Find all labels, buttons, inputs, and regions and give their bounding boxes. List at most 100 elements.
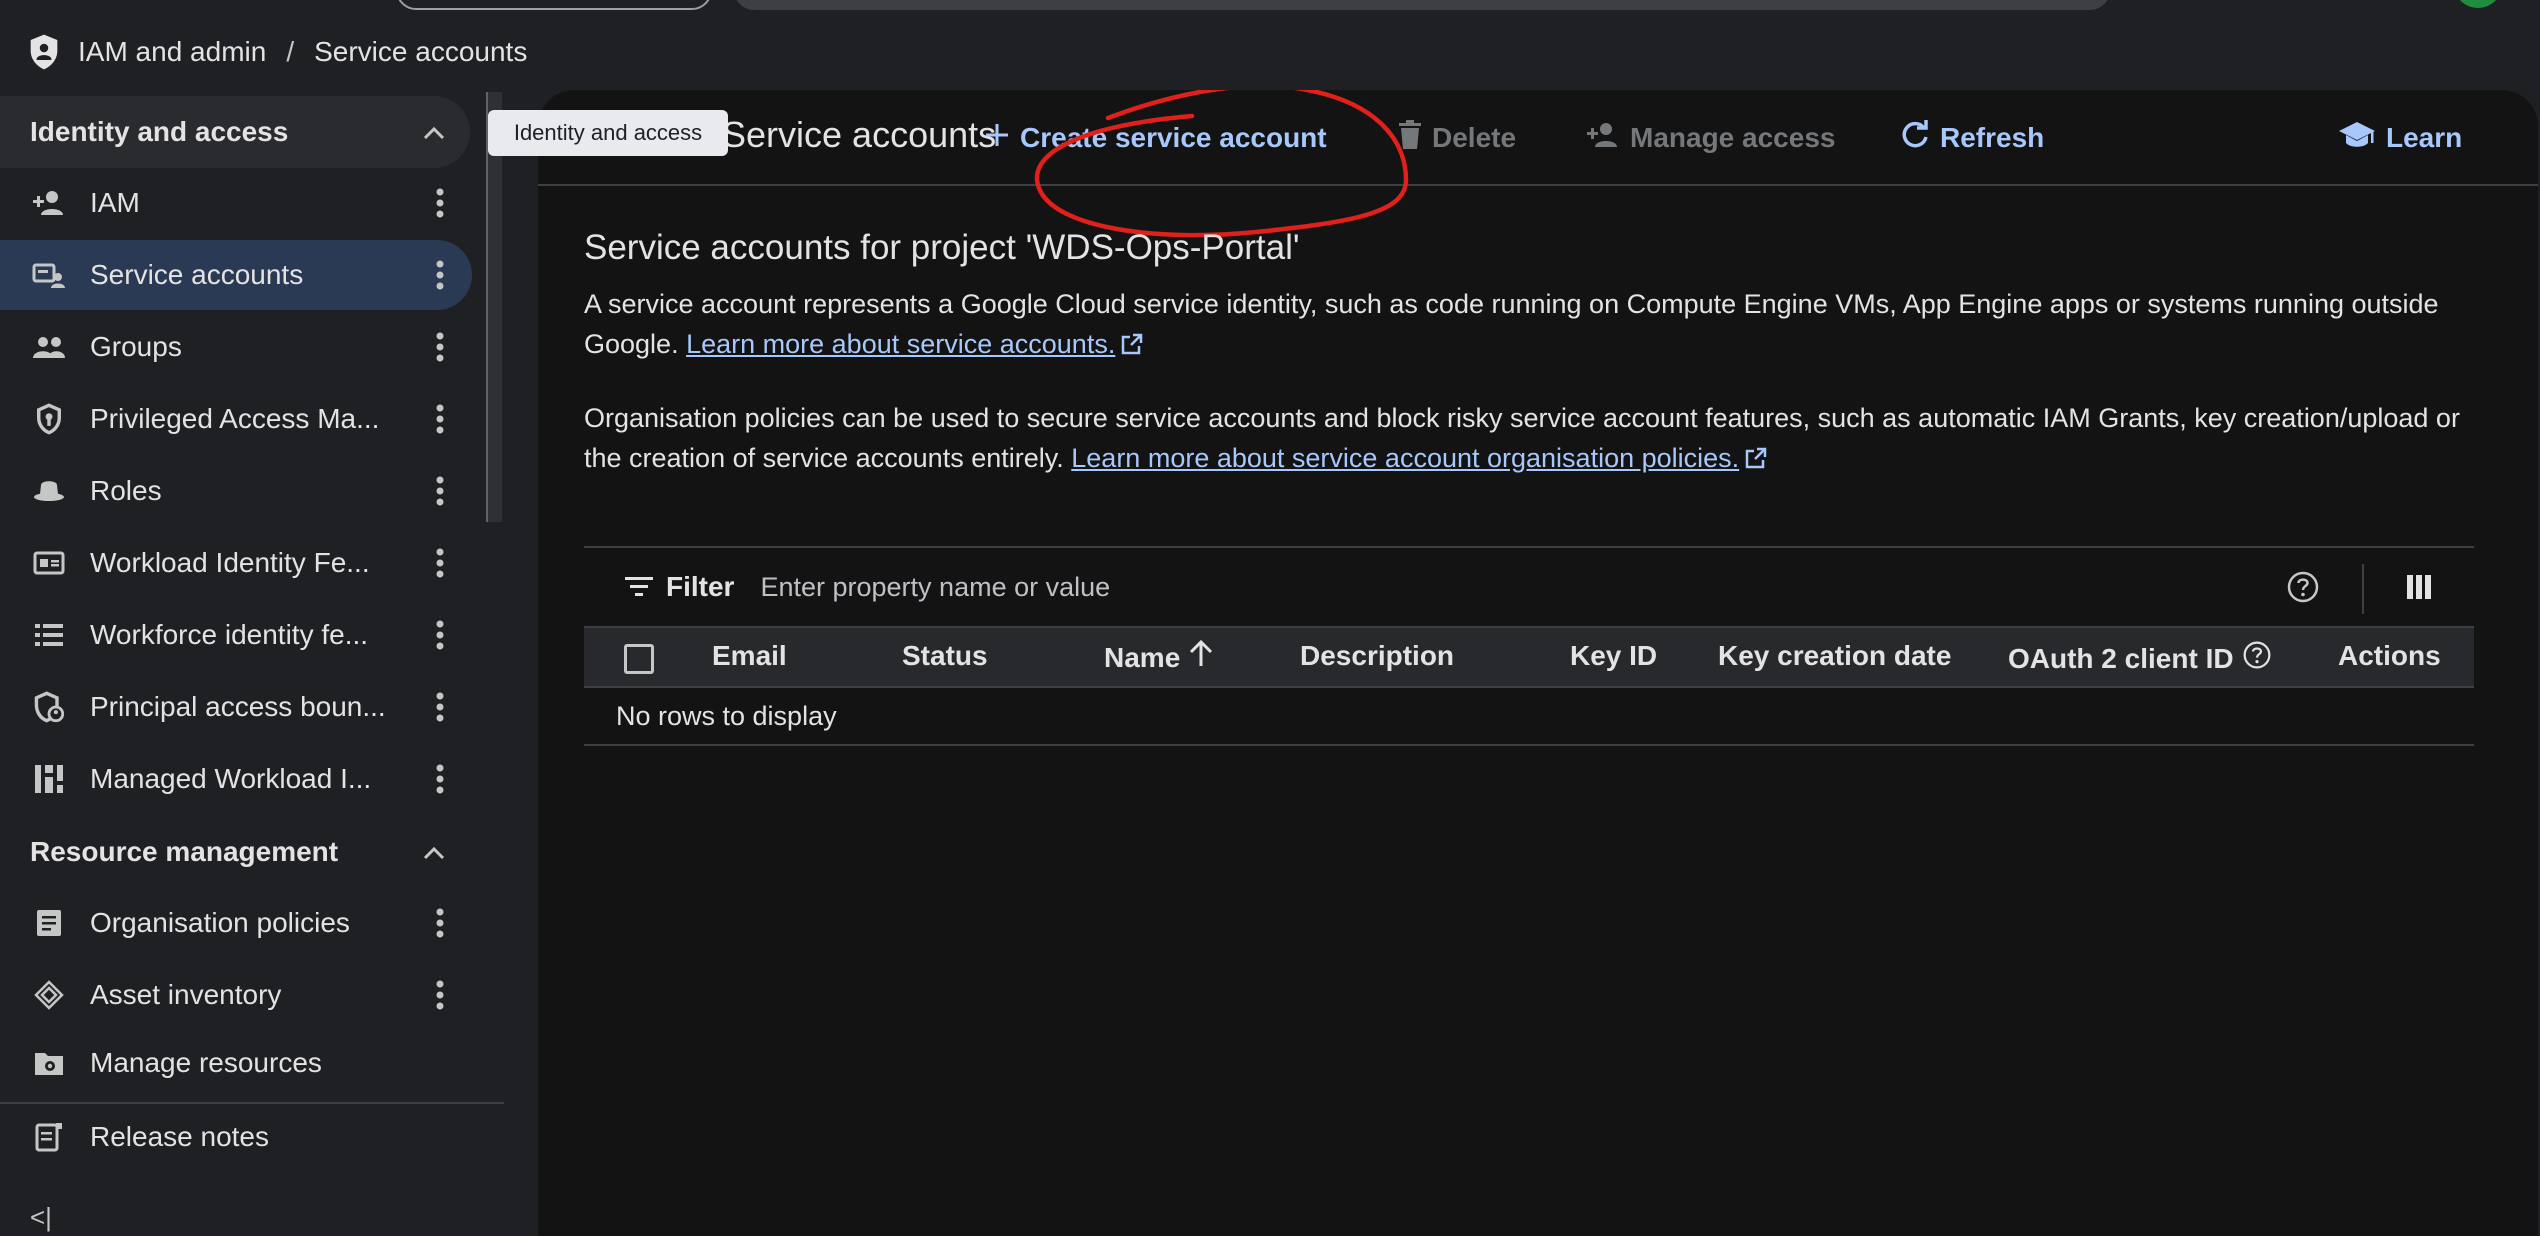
groups-icon xyxy=(30,330,68,364)
sidebar-item-label: Principal access boun... xyxy=(90,691,386,722)
column-header-key-id[interactable]: Key ID xyxy=(1570,640,1657,672)
learn-more-service-accounts-link[interactable]: Learn more about service accounts. xyxy=(686,329,1115,359)
avatar[interactable] xyxy=(2456,0,2500,8)
sidebar: Identity and access IAM Service accounts… xyxy=(0,92,504,1236)
column-header-actions: Actions xyxy=(2338,640,2441,671)
delete-button[interactable]: Delete xyxy=(1398,116,1516,160)
help-icon[interactable] xyxy=(2242,640,2272,677)
service-accounts-table: Filter Email Status Name Description Key… xyxy=(584,546,2474,746)
shield-icon xyxy=(28,32,64,72)
more-vert-icon[interactable] xyxy=(420,764,460,794)
column-header-key-creation-date[interactable]: Key creation date xyxy=(1718,640,1951,672)
shield-person-icon xyxy=(30,690,68,724)
more-vert-icon[interactable] xyxy=(420,908,460,938)
hat-icon xyxy=(30,474,68,508)
filter-icon[interactable] xyxy=(624,575,654,599)
sidebar-item-label: Workload Identity Fe... xyxy=(90,547,370,578)
learn-more-policies-link[interactable]: Learn more about service account organis… xyxy=(1071,443,1739,473)
learn-button[interactable]: Learn xyxy=(2338,116,2462,160)
school-icon xyxy=(2338,120,2376,157)
document-icon xyxy=(30,906,68,940)
add-icon xyxy=(984,122,1010,155)
breadcrumb: IAM and admin / Service accounts xyxy=(28,30,527,74)
filter-input[interactable] xyxy=(760,571,2161,603)
column-header-description[interactable]: Description xyxy=(1300,640,1454,672)
sidebar-item-managed-workload[interactable]: Managed Workload I... xyxy=(0,744,472,814)
sidebar-item-label: Release notes xyxy=(90,1121,270,1152)
column-display-icon[interactable] xyxy=(2404,572,2434,607)
more-vert-icon[interactable] xyxy=(420,620,460,650)
refresh-label: Refresh xyxy=(1940,122,2045,153)
column-header-oauth-client-id[interactable]: OAuth 2 client ID xyxy=(2008,640,2272,677)
sidebar-item-release-notes[interactable]: Release notes xyxy=(0,1102,472,1172)
sidebar-item-organisation-policies[interactable]: Organisation policies xyxy=(0,888,472,958)
column-header-status[interactable]: Status xyxy=(902,640,988,672)
more-vert-icon[interactable] xyxy=(420,476,460,506)
select-all-checkbox[interactable] xyxy=(624,644,654,674)
column-header-name[interactable]: Name xyxy=(1104,639,1214,675)
chevron-up-icon xyxy=(422,836,446,868)
manage-access-label: Manage access xyxy=(1630,122,1836,153)
sidebar-item-groups[interactable]: Groups xyxy=(0,312,472,382)
sidebar-item-iam[interactable]: IAM xyxy=(0,168,472,238)
sidebar-item-asset-inventory[interactable]: Asset inventory xyxy=(0,960,472,1030)
sidebar-section-identity-and-access[interactable]: Identity and access xyxy=(0,96,470,168)
sidebar-item-label: Groups xyxy=(90,331,182,362)
dashboard-icon xyxy=(30,762,68,796)
filter-bar: Filter xyxy=(584,546,2474,628)
more-vert-icon[interactable] xyxy=(420,260,460,290)
sidebar-item-roles[interactable]: Roles xyxy=(0,456,472,526)
column-header-oauth-label: OAuth 2 client ID xyxy=(2008,642,2234,674)
sidebar-item-label: Workforce identity fe... xyxy=(90,619,369,650)
project-selector[interactable] xyxy=(396,0,712,10)
more-vert-icon[interactable] xyxy=(420,692,460,722)
sidebar-item-label: Managed Workload I... xyxy=(90,763,372,794)
sidebar-section-label: Identity and access xyxy=(30,116,289,147)
tooltip: Identity and access xyxy=(488,110,728,156)
sidebar-item-label: Asset inventory xyxy=(90,979,282,1010)
column-header-name-label: Name xyxy=(1104,641,1181,673)
refresh-icon xyxy=(1900,118,1930,157)
sidebar-item-label: Privileged Access Ma... xyxy=(90,403,380,434)
delete-label: Delete xyxy=(1432,122,1517,153)
sidebar-item-service-accounts[interactable]: Service accounts xyxy=(0,240,472,310)
toolbar-separator xyxy=(2362,564,2364,614)
toolbar: Service accounts Create service account … xyxy=(538,90,2538,238)
sidebar-section-resource-management[interactable]: Resource management xyxy=(0,816,470,888)
sidebar-item-privileged-access[interactable]: Privileged Access Ma... xyxy=(0,384,472,454)
more-vert-icon[interactable] xyxy=(420,980,460,1010)
manage-access-button[interactable]: Manage access xyxy=(1586,116,1835,160)
more-vert-icon[interactable] xyxy=(420,404,460,434)
refresh-button[interactable]: Refresh xyxy=(1900,116,2044,160)
policies-paragraph: Organisation policies can be used to sec… xyxy=(584,398,2474,480)
privileged-shield-icon xyxy=(30,402,68,436)
more-vert-icon[interactable] xyxy=(420,188,460,218)
breadcrumb-section[interactable]: IAM and admin xyxy=(78,36,266,68)
global-search-bar[interactable] xyxy=(734,0,2110,10)
open-in-new-icon xyxy=(1121,326,1143,366)
column-header-email[interactable]: Email xyxy=(712,640,787,672)
collapse-sidebar-button[interactable]: <| xyxy=(30,1202,52,1233)
create-service-account-button[interactable]: Create service account xyxy=(984,116,1327,160)
list-icon xyxy=(30,618,68,652)
sidebar-scrollbar[interactable] xyxy=(486,92,502,522)
sidebar-item-label: IAM xyxy=(90,187,140,218)
sidebar-item-principal-access[interactable]: Principal access boun... xyxy=(0,672,472,742)
chevron-up-icon xyxy=(422,116,446,148)
sidebar-item-label: Manage resources xyxy=(90,1047,322,1078)
folder-gear-icon xyxy=(30,1046,68,1080)
sidebar-item-workforce-identity[interactable]: Workforce identity fe... xyxy=(0,600,472,670)
more-vert-icon[interactable] xyxy=(420,332,460,362)
sidebar-item-manage-resources[interactable]: Manage resources xyxy=(0,1028,472,1098)
diamond-icon xyxy=(30,978,68,1012)
help-icon[interactable] xyxy=(2286,570,2320,609)
trash-icon xyxy=(1398,119,1422,157)
release-notes-icon xyxy=(30,1120,68,1154)
sidebar-item-workload-identity[interactable]: Workload Identity Fe... xyxy=(0,528,472,598)
empty-message: No rows to display xyxy=(616,700,837,731)
id-card-icon xyxy=(30,546,68,580)
service-account-icon xyxy=(30,258,68,292)
more-vert-icon[interactable] xyxy=(420,548,460,578)
sidebar-item-label: Roles xyxy=(90,475,162,506)
open-in-new-icon xyxy=(1745,440,1767,480)
